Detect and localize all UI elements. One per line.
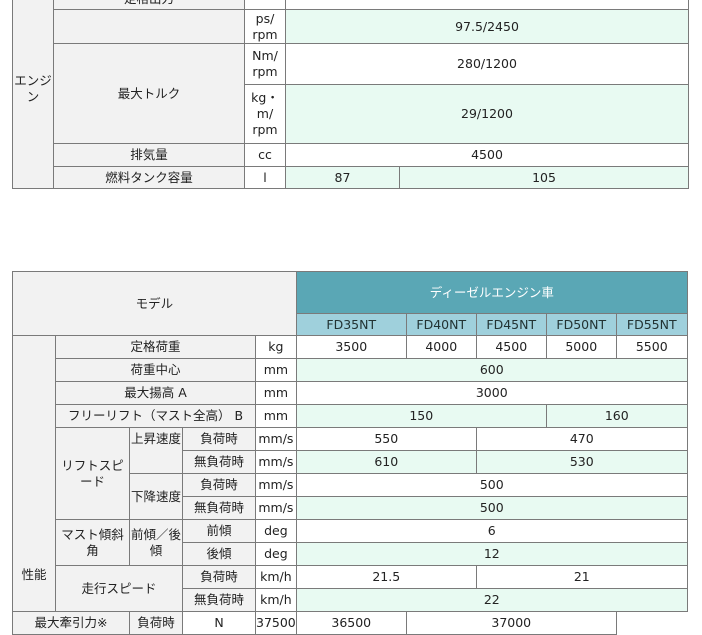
load-center-unit: mm <box>255 358 297 382</box>
travel-loaded-value-1: 21.5 <box>295 565 477 589</box>
lift-up-unloaded-value-2: 530 <box>475 450 688 474</box>
max-lift-unit: mm <box>255 381 297 405</box>
engine-label: エンジ ン <box>12 0 54 189</box>
drawbar-unit: N <box>182 611 256 635</box>
lift-up-loaded-label: 負荷時 <box>182 427 256 451</box>
fuel-tank-label: 燃料タンク容量 <box>53 166 245 189</box>
rated-load-fd50nt: 5000 <box>545 335 617 359</box>
backward-tilt-label: 後傾 <box>182 542 256 566</box>
rated-load-fd55nt: 5500 <box>615 335 688 359</box>
travel-speed-label: 走行スピード <box>55 565 183 612</box>
forward-tilt-label: 前傾 <box>182 519 256 543</box>
engine-spec-table: エンジ ン 定格出力 ps/ rpm 97.5/2450 最大トルク Nm/ r… <box>12 0 689 189</box>
mast-tilt-label: マスト傾斜 角 <box>55 519 130 566</box>
diesel-header: ディーゼルエンジン車 <box>295 271 688 314</box>
load-center-value: 600 <box>295 358 688 382</box>
model-fd35nt: FD35NT <box>295 313 407 336</box>
drawbar-loaded-label: 負荷時 <box>129 611 183 635</box>
rated-output-value: 97.5/2450 <box>285 9 689 44</box>
lift-down-loaded-unit: mm/s <box>255 473 297 497</box>
displacement-value: 4500 <box>285 143 689 167</box>
rated-load-fd45nt: 4500 <box>475 335 547 359</box>
free-lift-label: フリーリフト（マスト全高） B <box>55 404 256 428</box>
forward-tilt-unit: deg <box>255 519 297 543</box>
displacement-unit: cc <box>244 143 286 167</box>
travel-loaded-unit: km/h <box>255 565 297 589</box>
travel-unloaded-value: 22 <box>295 588 688 612</box>
backward-tilt-unit: deg <box>255 542 297 566</box>
lift-speed-label: リフトスピ ード <box>55 427 130 520</box>
drawbar-value-2: 36500 <box>295 611 407 635</box>
lift-down-loaded-value: 500 <box>295 473 688 497</box>
free-lift-value-1: 150 <box>295 404 547 428</box>
rated-load-fd35nt: 3500 <box>295 335 407 359</box>
rated-output-label: 定格出力 <box>53 0 245 10</box>
fuel-tank-value-2: 105 <box>399 166 689 189</box>
rated-load-label: 定格荷重 <box>55 335 256 359</box>
fuel-tank-unit: l <box>244 166 286 189</box>
model-fd40nt: FD40NT <box>405 313 477 336</box>
lift-down-unloaded-unit: mm/s <box>255 496 297 520</box>
lift-down-unloaded-label: 無負荷時 <box>182 496 256 520</box>
lift-down-loaded-label: 負荷時 <box>182 473 256 497</box>
performance-label: 性能 <box>12 335 56 612</box>
lift-up-unloaded-value-1: 610 <box>295 450 477 474</box>
displacement-label: 排気量 <box>53 143 245 167</box>
rated-load-fd40nt: 4000 <box>405 335 477 359</box>
performance-spec-table: モデル ディーゼルエンジン車 FD35NT FD40NT FD45NT FD50… <box>12 271 688 635</box>
torque-value-nm: 280/1200 <box>285 43 689 85</box>
torque-unit-nm: Nm/ rpm <box>244 43 286 85</box>
drawbar-value-1: 37500 <box>255 611 297 635</box>
max-torque-label: 最大トルク <box>53 43 245 144</box>
lift-up-loaded-unit: mm/s <box>255 427 297 451</box>
travel-loaded-label: 負荷時 <box>182 565 256 589</box>
lift-up-loaded-value-2: 470 <box>475 427 688 451</box>
max-lift-label: 最大揚高 A <box>55 381 256 405</box>
tilt-direction-label: 前傾／後 傾 <box>129 519 183 566</box>
lift-down-label: 下降速度 <box>129 473 183 520</box>
free-lift-unit: mm <box>255 404 297 428</box>
model-fd45nt: FD45NT <box>475 313 547 336</box>
travel-loaded-value-2: 21 <box>475 565 688 589</box>
fuel-tank-value-1: 87 <box>285 166 400 189</box>
forward-tilt-value: 6 <box>295 519 688 543</box>
travel-unloaded-label: 無負荷時 <box>182 588 256 612</box>
model-fd50nt: FD50NT <box>545 313 617 336</box>
model-fd55nt: FD55NT <box>615 313 688 336</box>
torque-value-kgm: 29/1200 <box>285 84 689 144</box>
load-center-label: 荷重中心 <box>55 358 256 382</box>
lift-up-loaded-value-1: 550 <box>295 427 477 451</box>
lift-up-label: 上昇速度 <box>129 427 183 474</box>
lift-up-unloaded-unit: mm/s <box>255 450 297 474</box>
rated-output-unit-top <box>244 0 286 10</box>
torque-unit-kgm: kg・ m/ rpm <box>244 84 286 144</box>
rated-output-unit: ps/ rpm <box>244 9 286 44</box>
backward-tilt-value: 12 <box>295 542 688 566</box>
rated-load-unit: kg <box>255 335 297 359</box>
free-lift-value-2: 160 <box>545 404 688 428</box>
lift-down-unloaded-value: 500 <box>295 496 688 520</box>
lift-up-unloaded-label: 無負荷時 <box>182 450 256 474</box>
travel-unloaded-unit: km/h <box>255 588 297 612</box>
rated-output-label-cont <box>53 9 245 44</box>
max-lift-value: 3000 <box>295 381 688 405</box>
drawbar-value-3: 37000 <box>405 611 617 635</box>
drawbar-label: 最大牽引力※ <box>12 611 130 635</box>
rated-output-value-top <box>285 0 689 10</box>
model-label: モデル <box>12 271 297 336</box>
